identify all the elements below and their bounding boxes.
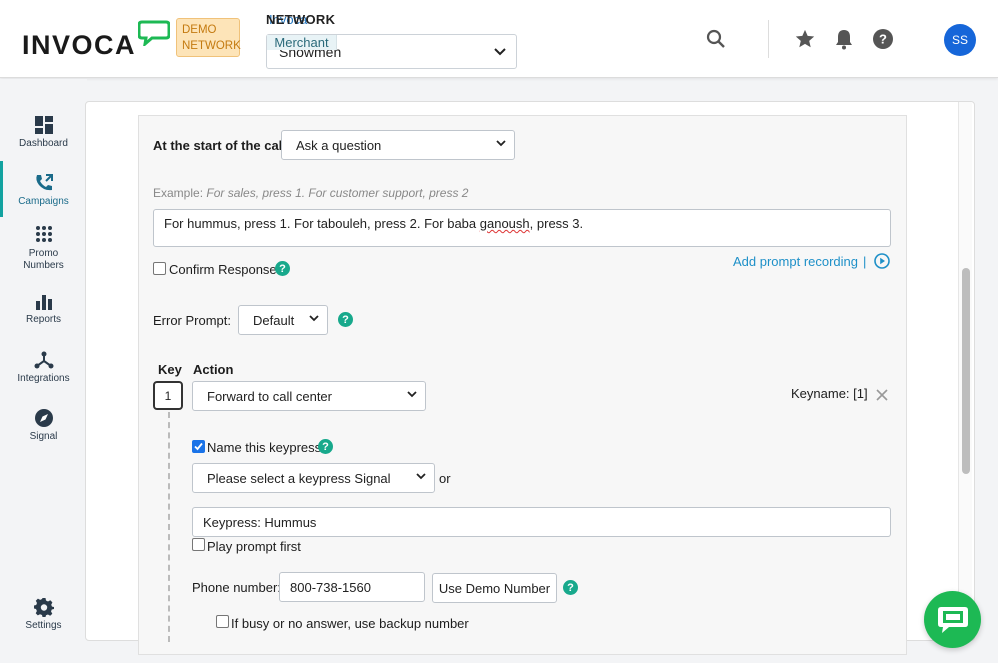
chevron-down-icon — [407, 391, 417, 398]
error-prompt-label: Error Prompt: — [153, 313, 232, 328]
start-of-call-value: Ask a question — [296, 137, 382, 153]
star-icon[interactable] — [793, 27, 817, 51]
logo-chat-bubble-icon — [138, 20, 170, 46]
backup-number-checkbox[interactable] — [216, 615, 229, 628]
sidebar-item-label: Signal — [29, 431, 58, 442]
chevron-down-icon — [416, 473, 426, 480]
chevron-down-icon — [496, 140, 506, 147]
help-icon[interactable]: ? — [275, 261, 290, 276]
sidebar-item-campaigns[interactable]: Campaigns — [0, 173, 87, 208]
chat-support-button[interactable] — [924, 591, 981, 648]
merchant-label: Merchant — [267, 35, 337, 50]
promo-numbers-icon — [35, 226, 52, 242]
sidebar-item-signal[interactable]: Signal — [0, 408, 87, 443]
use-demo-number-button[interactable]: Use Demo Number — [432, 573, 557, 603]
start-of-call-label: At the start of the call — [153, 138, 286, 153]
close-icon[interactable] — [874, 387, 890, 403]
phone-number-value: 800-738-1560 — [290, 579, 371, 595]
keyname-label: Keyname: [1] — [791, 386, 868, 401]
start-of-call-select[interactable]: Ask a question — [281, 130, 515, 160]
help-icon[interactable]: ? — [338, 312, 353, 327]
sidebar-item-label: Dashboard — [19, 138, 68, 149]
network-indicator: NETWORK Invoca — [266, 12, 335, 27]
sidebar-item-label: Integrations — [17, 373, 70, 384]
prompt-text-input[interactable]: For hummus, press 1. For tabouleh, press… — [153, 209, 891, 247]
chat-bubble-icon — [937, 606, 968, 633]
reports-icon — [35, 295, 52, 310]
top-header: INVOCA DEMO NETWORK NETWORK Invoca Merch… — [0, 0, 998, 78]
backup-number-label: If busy or no answer, use backup number — [231, 616, 469, 631]
action-column-header: Action — [193, 362, 234, 377]
chevron-down-icon — [484, 35, 516, 68]
play-recording-icon[interactable] — [874, 253, 890, 269]
scrollbar-thumb[interactable] — [962, 268, 970, 474]
demo-network-badge: DEMO NETWORK — [176, 18, 241, 57]
add-prompt-recording-link[interactable]: Add prompt recording — [733, 254, 858, 269]
integrations-icon — [34, 351, 53, 369]
network-label: NETWORK — [266, 12, 336, 27]
error-prompt-select[interactable]: Default — [238, 305, 328, 335]
header-divider — [768, 20, 769, 58]
chevron-down-icon — [309, 315, 319, 322]
keypress-tree-line — [168, 412, 170, 642]
sidebar-item-settings[interactable]: Settings — [0, 597, 87, 632]
phone-number-input[interactable]: 800-738-1560 — [279, 572, 425, 602]
help-icon[interactable]: ? — [563, 580, 578, 595]
action-value: Forward to call center — [207, 388, 332, 404]
phone-number-label: Phone number: — [192, 580, 281, 595]
sidebar-item-label: Settings — [25, 620, 62, 631]
sidebar-item-reports[interactable]: Reports — [0, 293, 87, 326]
keypress-signal-select[interactable]: Please select a keypress Signal — [192, 463, 435, 493]
error-prompt-value: Default — [253, 312, 295, 328]
user-avatar[interactable]: SS — [944, 24, 976, 56]
confirm-response-label: Confirm Response — [169, 262, 277, 277]
left-sidebar: Dashboard Campaigns Promo Numbers Report… — [0, 79, 87, 663]
bell-icon[interactable] — [832, 27, 856, 51]
prompt-text-part2: , press 3. — [529, 216, 584, 231]
merchant-select[interactable]: Merchant Snowmen — [266, 34, 517, 69]
key-input[interactable]: 1 — [153, 381, 183, 410]
example-prefix: Example: — [153, 186, 204, 200]
checkmark-icon — [194, 442, 203, 451]
link-separator: | — [863, 254, 867, 269]
campaigns-icon — [35, 174, 53, 191]
key-column-header: Key — [158, 362, 182, 377]
svg-text:?: ? — [879, 32, 887, 47]
signal-icon — [34, 409, 53, 427]
play-prompt-checkbox[interactable] — [192, 538, 205, 551]
search-icon[interactable] — [704, 27, 728, 51]
sidebar-item-label: Campaigns — [18, 196, 69, 207]
prompt-example: Example: For sales, press 1. For custome… — [153, 186, 468, 200]
prompt-text-part1: For hummus, press 1. For tabouleh, press… — [164, 216, 480, 231]
name-keypress-label: Name this keypress — [207, 440, 322, 455]
sidebar-item-integrations[interactable]: Integrations — [0, 350, 87, 385]
dashboard-icon — [34, 116, 53, 134]
sidebar-item-dashboard[interactable]: Dashboard — [0, 115, 87, 150]
example-text: For sales, press 1. For customer support… — [206, 186, 469, 200]
sidebar-item-promo-numbers[interactable]: Promo Numbers — [0, 225, 87, 272]
play-prompt-label: Play prompt first — [207, 539, 301, 554]
confirm-response-checkbox[interactable] — [153, 262, 166, 275]
action-select[interactable]: Forward to call center — [192, 381, 426, 411]
invoca-logo[interactable]: INVOCA — [22, 30, 136, 61]
keypress-name-value: Keypress: Hummus — [203, 514, 317, 530]
keypress-signal-value: Please select a keypress Signal — [207, 470, 391, 486]
sidebar-item-label: Promo Numbers — [23, 248, 64, 271]
help-icon[interactable]: ? — [871, 27, 895, 51]
help-icon[interactable]: ? — [318, 439, 333, 454]
keypress-name-input[interactable]: Keypress: Hummus — [192, 507, 891, 537]
sidebar-item-label: Reports — [25, 314, 61, 325]
name-keypress-checkbox[interactable] — [192, 440, 205, 453]
prompt-text-misspelled: ganoush — [479, 216, 530, 231]
or-label: or — [439, 471, 451, 486]
settings-icon — [33, 598, 54, 617]
